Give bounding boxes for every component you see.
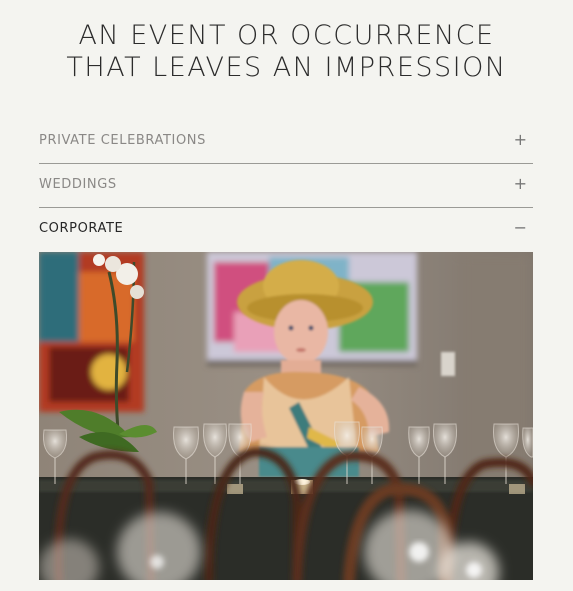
headline-line-2: THAT LEAVES AN IMPRESSION	[66, 52, 507, 83]
minus-icon[interactable]: −	[514, 219, 527, 237]
accordion-label-corporate: CORPORATE	[39, 221, 124, 236]
headline-line-1: AN EVENT OR OCCURRENCE	[78, 20, 495, 51]
event-type-accordion: PRIVATE CELEBRATIONS + WEDDINGS + CORPOR…	[39, 120, 533, 253]
corporate-event-photo	[39, 252, 533, 580]
accordion-item-private-celebrations[interactable]: PRIVATE CELEBRATIONS +	[39, 120, 533, 164]
accordion-item-weddings[interactable]: WEDDINGS +	[39, 164, 533, 208]
plus-icon[interactable]: +	[514, 131, 527, 149]
accordion-label-private-celebrations: PRIVATE CELEBRATIONS	[39, 133, 206, 148]
accordion-item-corporate[interactable]: CORPORATE −	[39, 208, 533, 253]
accordion-label-weddings: WEDDINGS	[39, 177, 117, 192]
plus-icon[interactable]: +	[514, 175, 527, 193]
page-headline: AN EVENT OR OCCURRENCE THAT LEAVES AN IM…	[0, 20, 573, 84]
